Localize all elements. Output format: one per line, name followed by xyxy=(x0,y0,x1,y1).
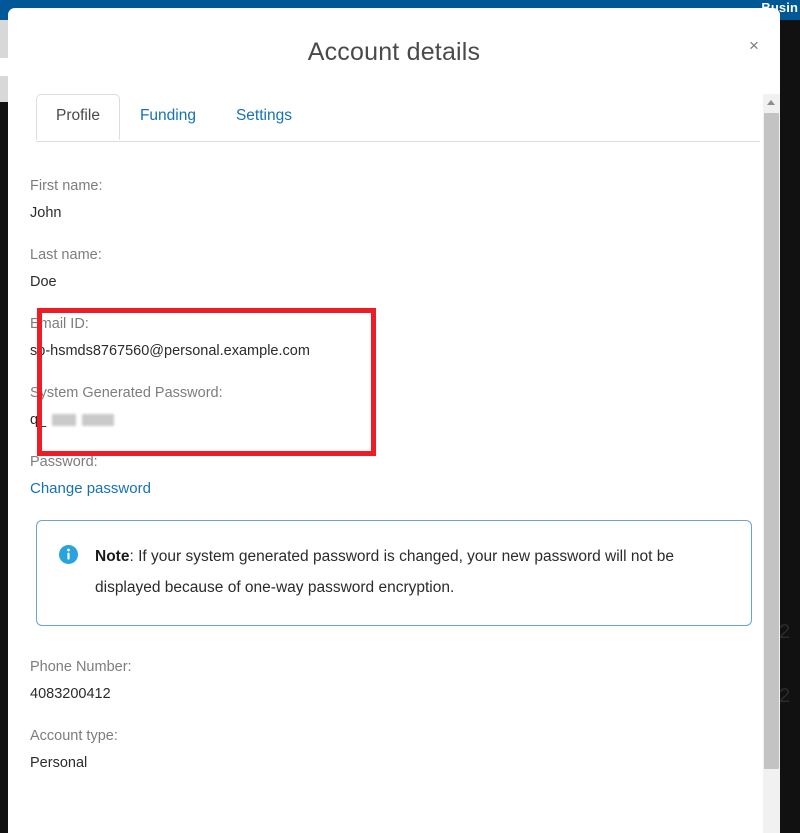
profile-panel-lower: Phone Number: 4083200412 Account type: P… xyxy=(8,626,780,774)
tab-bar: Profile Funding Settings xyxy=(36,94,760,142)
account-details-modal: Account details × Profile Funding Settings… xyxy=(8,8,780,833)
phone-number-label: Phone Number: xyxy=(30,659,132,676)
field-system-generated-password: System Generated Password: q_ xyxy=(30,382,752,431)
last-name-value: Doe xyxy=(30,274,57,290)
background-right-faint-text: 2 2 xyxy=(779,621,791,707)
system-password-label: System Generated Password: xyxy=(30,385,223,401)
system-password-value: q_ xyxy=(30,409,752,431)
email-id-label: Email ID: xyxy=(30,316,89,332)
modal-header: Account details × xyxy=(8,8,780,94)
note-text: Note: If your system generated password … xyxy=(95,541,729,603)
note-body: : If your system generated password is c… xyxy=(95,548,674,597)
system-password-visible-prefix: q_ xyxy=(30,412,47,429)
field-last-name: Last name: Doe xyxy=(30,244,752,293)
password-label: Password: xyxy=(30,454,98,471)
scrollbar-thumb[interactable] xyxy=(764,113,779,769)
field-password: Password: Change password xyxy=(30,451,752,500)
scroll-up-arrow-icon[interactable] xyxy=(763,94,780,111)
tab-settings[interactable]: Settings xyxy=(216,94,312,139)
field-account-type: Account type: Personal xyxy=(30,725,752,774)
email-id-value: sb-hsmds8767560@personal.example.com xyxy=(30,343,310,359)
field-phone-number: Phone Number: 4083200412 xyxy=(30,656,752,705)
change-password-link[interactable]: Change password xyxy=(30,480,151,497)
account-type-value: Personal xyxy=(30,755,88,772)
vertical-scrollbar[interactable] xyxy=(763,94,780,833)
phone-number-value: 4083200412 xyxy=(30,686,111,703)
info-icon xyxy=(59,545,78,565)
account-type-label: Account type: xyxy=(30,728,118,745)
tab-funding[interactable]: Funding xyxy=(120,94,216,139)
note-callout: Note: If your system generated password … xyxy=(36,520,752,627)
first-name-label: First name: xyxy=(30,178,103,194)
redaction-block xyxy=(82,414,115,427)
redacted-password-group: q_ xyxy=(30,409,115,431)
note-label: Note xyxy=(95,548,130,566)
field-first-name: First name: John xyxy=(30,175,752,224)
field-email-id: Email ID: sb-hsmds8767560@personal.examp… xyxy=(30,313,752,362)
page-title: Account details xyxy=(307,38,481,66)
redaction-block xyxy=(52,414,77,427)
close-icon[interactable]: × xyxy=(743,35,765,57)
last-name-label: Last name: xyxy=(30,247,102,263)
tab-profile[interactable]: Profile xyxy=(36,94,120,140)
first-name-value: John xyxy=(30,205,62,221)
profile-panel: First name: John Last name: Doe Email ID… xyxy=(8,142,780,500)
